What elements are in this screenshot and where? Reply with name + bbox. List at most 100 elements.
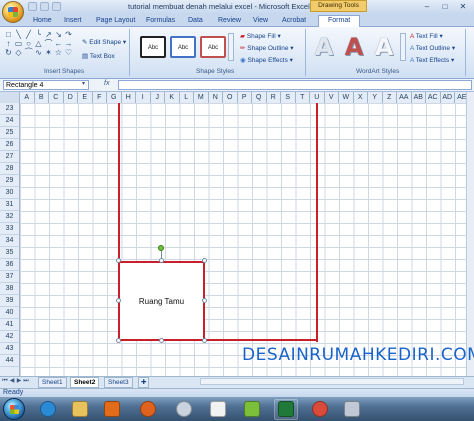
column-header[interactable]: L: [180, 92, 194, 103]
fx-icon[interactable]: fx: [104, 80, 109, 87]
room-rectangle[interactable]: Ruang Tamu: [118, 261, 205, 341]
column-header[interactable]: T: [296, 92, 310, 103]
resize-handle[interactable]: [202, 258, 207, 263]
start-button[interactable]: [3, 398, 25, 420]
close-button[interactable]: ✕: [454, 1, 472, 12]
column-header[interactable]: V: [325, 92, 339, 103]
save-icon[interactable]: [28, 2, 37, 11]
text-effects-button[interactable]: A Text Effects ▾: [410, 56, 454, 64]
row-header[interactable]: 41: [0, 319, 19, 331]
resize-handle[interactable]: [202, 338, 207, 343]
folder-icon[interactable]: [72, 401, 88, 417]
column-header[interactable]: O: [223, 92, 238, 103]
row-header[interactable]: 34: [0, 235, 19, 247]
column-header[interactable]: AC: [426, 92, 441, 103]
shape-icon[interactable]: ▭: [14, 40, 23, 48]
tab-data[interactable]: Data: [188, 15, 203, 26]
shape-icon[interactable]: △: [34, 40, 43, 48]
wordart-sample[interactable]: A: [370, 34, 398, 60]
column-header[interactable]: W: [339, 92, 354, 103]
shape-icon[interactable]: ♡: [64, 49, 73, 57]
media-player-icon[interactable]: [104, 401, 120, 417]
shape-style-sample[interactable]: Abc: [200, 36, 226, 58]
wordart-sample[interactable]: A: [340, 34, 368, 60]
resize-handle[interactable]: [159, 338, 164, 343]
formula-input[interactable]: [118, 80, 472, 90]
chrome-icon[interactable]: [312, 401, 328, 417]
column-header[interactable]: S: [281, 92, 296, 103]
paint-icon[interactable]: [210, 401, 226, 417]
rotation-handle[interactable]: [158, 245, 164, 251]
column-header[interactable]: M: [194, 92, 209, 103]
tab-formulas[interactable]: Formulas: [146, 15, 175, 26]
redo-icon[interactable]: [52, 2, 61, 11]
office-icon[interactable]: [244, 401, 260, 417]
shape-icon[interactable]: ◇: [14, 49, 23, 57]
column-header[interactable]: N: [209, 92, 223, 103]
shape-icon[interactable]: ✶: [44, 49, 53, 57]
insert-sheet-icon[interactable]: ✚: [138, 377, 150, 388]
row-header[interactable]: 23: [0, 103, 19, 115]
column-header[interactable]: H: [122, 92, 136, 103]
column-header[interactable]: C: [49, 92, 64, 103]
row-header[interactable]: 31: [0, 199, 19, 211]
shape-icon[interactable]: ↘: [54, 31, 63, 39]
name-box-dropdown-icon[interactable]: ▾: [82, 80, 85, 87]
text-fill-button[interactable]: A Text Fill ▾: [410, 32, 443, 40]
shape-icon[interactable]: ↻: [4, 49, 13, 57]
last-sheet-icon[interactable]: ⏭: [23, 378, 29, 385]
column-header[interactable]: I: [136, 92, 151, 103]
shape-icon[interactable]: ⏜: [24, 49, 33, 57]
shape-icon[interactable]: ╱: [24, 31, 33, 39]
resize-handle[interactable]: [116, 338, 121, 343]
name-box[interactable]: Rectangle 4: [3, 80, 89, 90]
row-header[interactable]: 26: [0, 139, 19, 151]
tab-format[interactable]: Format: [318, 15, 361, 27]
row-header[interactable]: 32: [0, 211, 19, 223]
row-header[interactable]: 43: [0, 343, 19, 355]
shape-icon[interactable]: ↑: [4, 40, 13, 48]
column-header[interactable]: X: [354, 92, 368, 103]
shape-style-sample[interactable]: Abc: [140, 36, 166, 58]
resize-handle[interactable]: [202, 298, 207, 303]
text-box-button[interactable]: ▤ Text Box: [82, 52, 115, 60]
shape-icon[interactable]: ←: [54, 40, 63, 48]
shape-outline-button[interactable]: ✏ Shape Outline ▾: [240, 44, 294, 52]
shape-gallery[interactable]: □ ╲ ╱ ╰ ↗ ↘ ↷ ↑ ▭ ○ △ ⌒ ← → ↻ ◇ ⏜ ∿ ✶ ☆ ♡: [4, 31, 74, 59]
internet-explorer-icon[interactable]: [40, 401, 56, 417]
office-button[interactable]: [2, 1, 24, 23]
column-header[interactable]: AB: [412, 92, 426, 103]
shape-icon[interactable]: ↷: [64, 31, 73, 39]
wall-line-left[interactable]: [118, 103, 120, 263]
row-header[interactable]: 30: [0, 187, 19, 199]
column-header[interactable]: AD: [441, 92, 455, 103]
maximize-button[interactable]: □: [436, 1, 454, 12]
column-header[interactable]: B: [35, 92, 49, 103]
shape-icon[interactable]: →: [64, 40, 73, 48]
horizontal-scrollbar[interactable]: [200, 378, 464, 385]
tab-acrobat[interactable]: Acrobat: [282, 15, 306, 26]
tab-insert[interactable]: Insert: [64, 15, 82, 26]
column-header[interactable]: U: [310, 92, 325, 103]
row-header[interactable]: 39: [0, 295, 19, 307]
tab-view[interactable]: View: [253, 15, 268, 26]
row-header[interactable]: 42: [0, 331, 19, 343]
row-header[interactable]: 28: [0, 163, 19, 175]
shape-icon[interactable]: □: [4, 31, 13, 39]
resize-handle[interactable]: [116, 298, 121, 303]
wordart-gallery-scroll[interactable]: [400, 33, 406, 61]
row-header[interactable]: 36: [0, 259, 19, 271]
column-header[interactable]: D: [64, 92, 78, 103]
shape-icon[interactable]: ↗: [44, 31, 53, 39]
worksheet-grid[interactable]: [20, 103, 466, 376]
minimize-button[interactable]: –: [418, 1, 436, 12]
column-header[interactable]: R: [267, 92, 281, 103]
shape-style-sample[interactable]: Abc: [170, 36, 196, 58]
row-header[interactable]: 37: [0, 271, 19, 283]
tab-home[interactable]: Home: [33, 15, 52, 26]
wordart-sample[interactable]: A: [310, 34, 338, 60]
excel-icon[interactable]: [278, 401, 294, 417]
column-header[interactable]: Q: [252, 92, 267, 103]
column-header[interactable]: K: [165, 92, 180, 103]
cd-icon[interactable]: [176, 401, 192, 417]
